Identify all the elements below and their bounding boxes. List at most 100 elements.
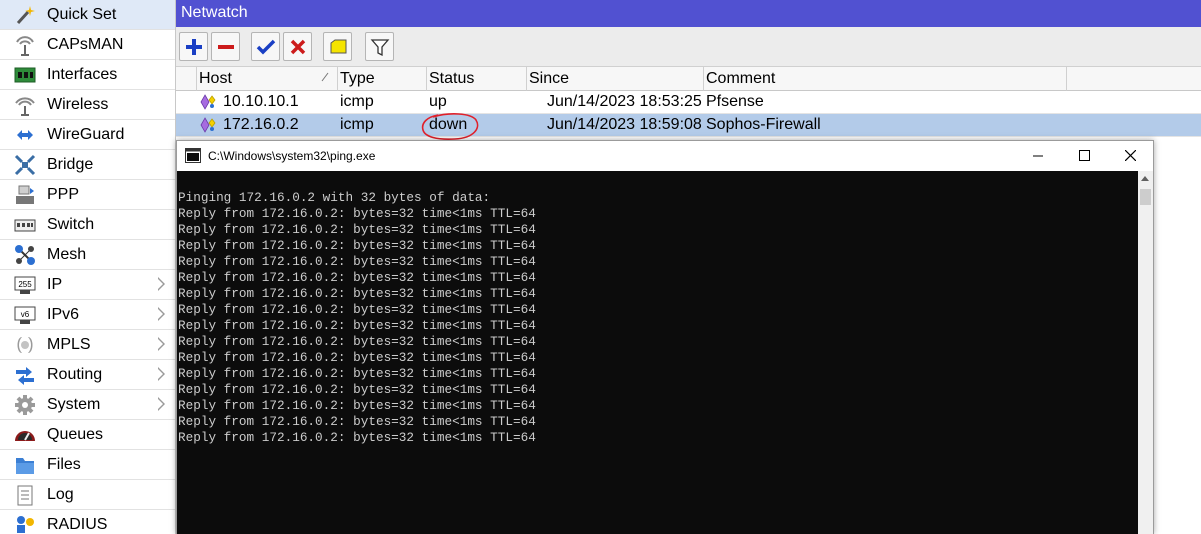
sidebar-item-label: Log	[47, 486, 74, 503]
column-header-label: Type	[340, 70, 375, 87]
sidebar-item-quick-set[interactable]: Quick Set	[0, 0, 175, 30]
window-titlebar[interactable]: Netwatch	[176, 0, 1201, 27]
close-button[interactable]	[1107, 141, 1153, 171]
sidebar-item-files[interactable]: Files	[0, 450, 175, 480]
remove-button[interactable]	[211, 32, 240, 61]
console-output[interactable]: Pinging 172.16.0.2 with 32 bytes of data…	[177, 171, 1138, 534]
svg-text:255: 255	[18, 280, 32, 289]
console-line: Reply from 172.16.0.2: bytes=32 time<1ms…	[178, 270, 536, 285]
column-header-label: Host	[199, 70, 232, 87]
console-line: Pinging 172.16.0.2 with 32 bytes of data…	[178, 190, 491, 205]
cell-type: icmp	[340, 116, 374, 133]
column-header-status[interactable]: Status	[427, 67, 527, 91]
sidebar-item-label: WireGuard	[47, 126, 125, 143]
sidebar-item-queues[interactable]: Queues	[0, 420, 175, 450]
column-header-comment[interactable]: Comment	[704, 67, 1067, 91]
submenu-arrow-icon	[158, 277, 165, 291]
sidebar-item-radius[interactable]: RADIUS	[0, 510, 175, 534]
filter-button[interactable]	[365, 32, 394, 61]
filter-icon	[370, 39, 390, 57]
minimize-icon	[1033, 155, 1043, 157]
column-header-since[interactable]: Since	[527, 67, 704, 91]
sidebar-item-switch[interactable]: Switch	[0, 210, 175, 240]
sidebar-item-ip[interactable]: 255 IP	[0, 270, 175, 300]
console-line: Reply from 172.16.0.2: bytes=32 time<1ms…	[178, 382, 536, 397]
sidebar-item-system[interactable]: System	[0, 390, 175, 420]
sidebar-item-routing[interactable]: Routing	[0, 360, 175, 390]
log-icon	[17, 485, 33, 506]
sidebar-item-ipv6[interactable]: v6 IPv6	[0, 300, 175, 330]
ip-icon: 255	[14, 276, 36, 294]
cell-host: 172.16.0.2	[223, 116, 299, 133]
enable-icon	[256, 39, 276, 55]
sidebar-item-label: Switch	[47, 216, 95, 233]
folder-icon	[16, 458, 34, 474]
comment-icon	[330, 39, 347, 54]
wand-icon	[16, 6, 35, 25]
comment-button[interactable]	[323, 32, 352, 61]
submenu-arrow-icon	[158, 367, 165, 381]
sidebar-item-wireless[interactable]: Wireless	[0, 90, 175, 120]
remove-icon	[218, 45, 234, 49]
sidebar-item-label: PPP	[47, 186, 80, 203]
sidebar-item-bridge[interactable]: Bridge	[0, 150, 175, 180]
scroll-up-arrow-icon[interactable]	[1141, 176, 1149, 181]
ppp-icon	[16, 185, 34, 204]
console-line: Reply from 172.16.0.2: bytes=32 time<1ms…	[178, 318, 536, 333]
column-header-host[interactable]: Host	[197, 67, 338, 91]
cell-status: up	[429, 93, 447, 110]
mesh-icon	[15, 245, 35, 265]
console-line: Reply from 172.16.0.2: bytes=32 time<1ms…	[178, 366, 536, 381]
sidebar-item-log[interactable]: Log	[0, 480, 175, 510]
toolbar	[176, 27, 1201, 67]
sidebar-item-capsman[interactable]: CAPsMAN	[0, 30, 175, 60]
window-title: Netwatch	[181, 4, 248, 21]
console-line: Reply from 172.16.0.2: bytes=32 time<1ms…	[178, 414, 536, 429]
cell-type: icmp	[340, 93, 374, 110]
minimize-button[interactable]	[1015, 141, 1061, 171]
host-status-icon	[200, 94, 216, 110]
sidebar-item-label: Wireless	[47, 96, 109, 113]
console-titlebar[interactable]: C:\Windows\system32\ping.exe	[177, 141, 1153, 171]
console-app-icon	[185, 148, 201, 163]
maximize-button[interactable]	[1061, 141, 1107, 171]
console-line: Reply from 172.16.0.2: bytes=32 time<1ms…	[178, 430, 536, 445]
antenna-icon	[16, 36, 34, 56]
svg-text:v6: v6	[21, 310, 30, 319]
submenu-arrow-icon	[158, 337, 165, 351]
console-line: Reply from 172.16.0.2: bytes=32 time<1ms…	[178, 238, 536, 253]
sidebar-item-label: IPv6	[47, 306, 80, 323]
sidebar-item-label: CAPsMAN	[47, 36, 124, 53]
add-icon	[186, 39, 202, 55]
sidebar-item-wireguard[interactable]: WireGuard	[0, 120, 175, 150]
scrollbar-thumb[interactable]	[1140, 189, 1151, 205]
column-header-type[interactable]: Type	[338, 67, 427, 91]
sidebar-item-interfaces[interactable]: Interfaces	[0, 60, 175, 90]
sort-indicator-icon	[321, 72, 329, 82]
sidebar-item-label: Queues	[47, 426, 104, 443]
console-line: Reply from 172.16.0.2: bytes=32 time<1ms…	[178, 286, 536, 301]
console-line: Reply from 172.16.0.2: bytes=32 time<1ms…	[178, 302, 536, 317]
queues-icon	[15, 431, 35, 441]
table-row-selected[interactable]: 172.16.0.2 icmp down Jun/14/2023 18:59:0…	[176, 114, 1201, 137]
add-button[interactable]	[179, 32, 208, 61]
sidebar-item-ppp[interactable]: PPP	[0, 180, 175, 210]
console-scrollbar[interactable]	[1138, 171, 1153, 534]
enable-button[interactable]	[251, 32, 280, 61]
disable-button[interactable]	[283, 32, 312, 61]
sidebar-item-mesh[interactable]: Mesh	[0, 240, 175, 270]
close-icon	[1125, 150, 1136, 161]
console-line: Reply from 172.16.0.2: bytes=32 time<1ms…	[178, 350, 536, 365]
gear-icon	[15, 395, 35, 415]
console-line: Reply from 172.16.0.2: bytes=32 time<1ms…	[178, 206, 536, 221]
submenu-arrow-icon	[158, 397, 165, 411]
disable-icon	[290, 39, 306, 55]
interfaces-icon	[14, 67, 36, 83]
sidebar-item-label: MPLS	[47, 336, 91, 353]
console-window[interactable]: C:\Windows\system32\ping.exe Pinging 172…	[176, 140, 1154, 534]
sidebar-item-label: Quick Set	[47, 6, 117, 23]
sidebar-item-mpls[interactable]: MPLS	[0, 330, 175, 360]
table-row[interactable]: 10.10.10.1 icmp up Jun/14/2023 18:53:25 …	[176, 91, 1201, 114]
sidebar-item-label: IP	[47, 276, 63, 293]
bridge-icon	[14, 154, 36, 176]
